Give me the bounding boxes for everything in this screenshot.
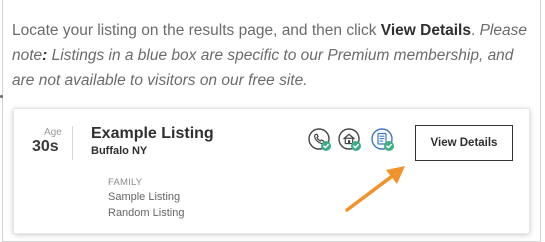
bullet-dot bbox=[0, 95, 3, 98]
listing-sub-item: Random Listing bbox=[108, 207, 185, 219]
listing-location: Buffalo NY bbox=[91, 145, 148, 157]
home-check-icon[interactable] bbox=[337, 127, 363, 153]
view-details-button[interactable]: View Details bbox=[415, 125, 513, 161]
age-value: 30s bbox=[32, 138, 59, 155]
pointer-arrow-icon bbox=[345, 166, 405, 212]
instructions-action: View Details bbox=[380, 22, 471, 39]
listing-category: FAMILY bbox=[108, 177, 143, 188]
listing-card[interactable]: Age 30s Example Listing Buffalo NY FAMIL… bbox=[14, 109, 529, 233]
phone-check-icon[interactable] bbox=[307, 127, 333, 153]
listing-sub-item: Sample Listing bbox=[108, 191, 181, 203]
note-body: Listings in a blue box are specific to o… bbox=[12, 47, 514, 89]
instructions-part1: Locate your listing on the results page,… bbox=[12, 22, 381, 39]
card-divider bbox=[72, 126, 73, 160]
age-label: Age bbox=[44, 127, 62, 138]
instructions-text: Locate your listing on the results page,… bbox=[12, 18, 532, 93]
document-check-icon[interactable] bbox=[370, 127, 396, 153]
instructions-part2: . bbox=[470, 22, 480, 39]
listing-title[interactable]: Example Listing bbox=[91, 125, 214, 143]
